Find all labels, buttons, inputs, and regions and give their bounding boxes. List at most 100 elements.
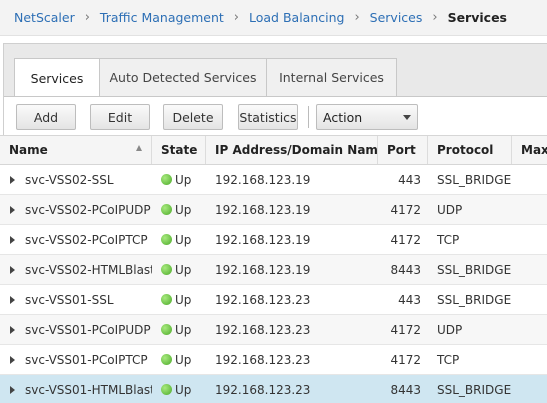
service-name: svc-VSS02-PCoIPTCP bbox=[25, 232, 148, 247]
column-header-name[interactable]: Name bbox=[0, 136, 152, 164]
table-row[interactable]: svc-VSS01-PCoIPTCP Up 192.168.123.23 4172 TC… bbox=[0, 345, 547, 375]
status-up-icon bbox=[161, 354, 172, 365]
port-cell: 443 bbox=[398, 172, 421, 187]
column-header-port[interactable]: Port bbox=[378, 136, 428, 164]
state-text: Up bbox=[175, 172, 192, 187]
port-cell: 4172 bbox=[390, 232, 421, 247]
breadcrumb-services[interactable]: Services bbox=[370, 10, 423, 25]
max-cell bbox=[512, 345, 547, 374]
protocol-cell: SSL_BRIDGE bbox=[437, 382, 512, 397]
port-cell: 4172 bbox=[390, 202, 421, 217]
max-cell bbox=[512, 195, 547, 224]
protocol-cell: SSL_BRIDGE bbox=[437, 292, 512, 307]
port-cell: 4172 bbox=[390, 322, 421, 337]
state-text: Up bbox=[175, 232, 192, 247]
expand-arrow-icon[interactable] bbox=[10, 295, 15, 304]
tab-internal-services[interactable]: Internal Services bbox=[266, 58, 397, 96]
column-header-ip-address[interactable]: IP Address/Domain Name bbox=[206, 136, 378, 164]
action-select-value: Action bbox=[323, 109, 363, 125]
protocol-cell: TCP bbox=[437, 232, 460, 247]
table-row[interactable]: svc-VSS02-HTMLBlast Up 192.168.123.19 8443 S… bbox=[0, 255, 547, 285]
expand-arrow-icon[interactable] bbox=[10, 175, 15, 184]
status-up-icon bbox=[161, 324, 172, 335]
state-text: Up bbox=[175, 202, 192, 217]
expand-arrow-icon[interactable] bbox=[10, 205, 15, 214]
breadcrumb-traffic-management[interactable]: Traffic Management bbox=[100, 10, 224, 25]
ip-cell: 192.168.123.23 bbox=[215, 382, 311, 397]
state-text: Up bbox=[175, 352, 192, 367]
table-row[interactable]: svc-VSS01-PCoIPUDP Up 192.168.123.23 4172 UD… bbox=[0, 315, 547, 345]
service-name: svc-VSS01-HTMLBlast bbox=[25, 382, 152, 397]
sort-ascending-icon bbox=[136, 145, 142, 151]
ip-cell: 192.168.123.19 bbox=[215, 172, 311, 187]
name-cell: svc-VSS01-HTMLBlast bbox=[0, 375, 152, 403]
max-cell bbox=[512, 315, 547, 344]
ip-cell: 192.168.123.23 bbox=[215, 292, 311, 307]
table-row[interactable]: svc-VSS01-HTMLBlast Up 192.168.123.23 8443 S… bbox=[0, 375, 547, 403]
breadcrumb-load-balancing[interactable]: Load Balancing bbox=[249, 10, 344, 25]
table-header: Name State IP Address/Domain Name Port P… bbox=[0, 135, 547, 165]
state-cell: Up bbox=[152, 255, 206, 284]
breadcrumb-current: Services bbox=[447, 10, 507, 25]
delete-button[interactable]: Delete bbox=[163, 104, 223, 130]
status-up-icon bbox=[161, 204, 172, 215]
column-header-state[interactable]: State bbox=[152, 136, 206, 164]
max-cell bbox=[512, 255, 547, 284]
protocol-cell: SSL_BRIDGE bbox=[437, 172, 512, 187]
table-row[interactable]: svc-VSS02-SSL Up 192.168.123.19 443 SSL_BRID… bbox=[0, 165, 547, 195]
service-name: svc-VSS02-HTMLBlast bbox=[25, 262, 152, 277]
breadcrumb-netscaler[interactable]: NetScaler bbox=[14, 10, 75, 25]
ip-cell: 192.168.123.23 bbox=[215, 322, 311, 337]
tab-services[interactable]: Services bbox=[14, 58, 100, 97]
expand-arrow-icon[interactable] bbox=[10, 355, 15, 364]
ip-cell: 192.168.123.23 bbox=[215, 352, 311, 367]
table-body: svc-VSS02-SSL Up 192.168.123.19 443 SSL_BRID… bbox=[0, 165, 547, 403]
column-header-max[interactable]: Max bbox=[512, 136, 547, 164]
statistics-button[interactable]: Statistics bbox=[238, 104, 298, 130]
state-text: Up bbox=[175, 262, 192, 277]
chevron-right-icon: › bbox=[354, 10, 360, 25]
state-text: Up bbox=[175, 292, 192, 307]
services-table: Name State IP Address/Domain Name Port P… bbox=[0, 135, 547, 403]
max-cell bbox=[512, 285, 547, 314]
state-cell: Up bbox=[152, 375, 206, 403]
protocol-cell: UDP bbox=[437, 202, 463, 217]
action-select[interactable]: Action bbox=[316, 104, 418, 130]
service-name: svc-VSS01-PCoIPTCP bbox=[25, 352, 148, 367]
expand-arrow-icon[interactable] bbox=[10, 325, 15, 334]
port-cell: 443 bbox=[398, 292, 421, 307]
expand-arrow-icon[interactable] bbox=[10, 265, 15, 274]
toolbar-divider bbox=[308, 106, 309, 128]
status-up-icon bbox=[161, 384, 172, 395]
state-cell: Up bbox=[152, 315, 206, 344]
tab-auto-detected-services[interactable]: Auto Detected Services bbox=[99, 58, 267, 96]
state-text: Up bbox=[175, 382, 192, 397]
name-cell: svc-VSS01-PCoIPUDP bbox=[0, 315, 152, 344]
toolbar: Add Edit Delete Statistics Action bbox=[4, 96, 547, 136]
port-cell: 8443 bbox=[390, 262, 421, 277]
name-cell: svc-VSS01-PCoIPTCP bbox=[0, 345, 152, 374]
service-name: svc-VSS02-PCoIPUDP bbox=[25, 202, 151, 217]
name-cell: svc-VSS01-SSL bbox=[0, 285, 152, 314]
table-row[interactable]: svc-VSS02-PCoIPUDP Up 192.168.123.19 4172 UD… bbox=[0, 195, 547, 225]
expand-arrow-icon[interactable] bbox=[10, 385, 15, 394]
protocol-cell: SSL_BRIDGE bbox=[437, 262, 512, 277]
name-cell: svc-VSS02-SSL bbox=[0, 165, 152, 194]
status-up-icon bbox=[161, 264, 172, 275]
table-row[interactable]: svc-VSS01-SSL Up 192.168.123.23 443 SSL_BRID… bbox=[0, 285, 547, 315]
expand-arrow-icon[interactable] bbox=[10, 235, 15, 244]
max-cell bbox=[512, 375, 547, 403]
add-button[interactable]: Add bbox=[16, 104, 76, 130]
ip-cell: 192.168.123.19 bbox=[215, 232, 311, 247]
status-up-icon bbox=[161, 234, 172, 245]
edit-button[interactable]: Edit bbox=[90, 104, 150, 130]
service-name: svc-VSS02-SSL bbox=[25, 172, 114, 187]
protocol-cell: UDP bbox=[437, 322, 463, 337]
chevron-right-icon: › bbox=[233, 10, 239, 25]
tab-bar: Services Auto Detected Services Internal… bbox=[14, 58, 397, 97]
max-cell bbox=[512, 165, 547, 194]
status-up-icon bbox=[161, 174, 172, 185]
column-header-protocol[interactable]: Protocol bbox=[428, 136, 512, 164]
table-row[interactable]: svc-VSS02-PCoIPTCP Up 192.168.123.19 4172 TC… bbox=[0, 225, 547, 255]
max-cell bbox=[512, 225, 547, 254]
